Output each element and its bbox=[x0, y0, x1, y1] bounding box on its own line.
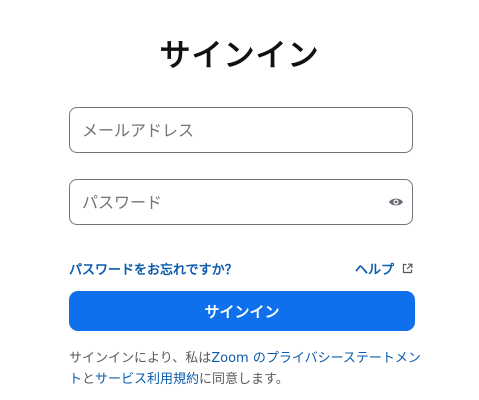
signin-page: サインイン パスワードをお忘れですか？ ヘルプ サインイン サインインにより、私… bbox=[0, 0, 479, 400]
signin-button[interactable]: サインイン bbox=[69, 291, 415, 331]
terms-suffix: に同意します。 bbox=[199, 372, 289, 387]
help-link-label: ヘルプ bbox=[354, 263, 394, 278]
page-title: サインイン bbox=[159, 38, 320, 74]
terms-prefix: サインインにより、私は bbox=[69, 351, 212, 366]
email-field-container[interactable] bbox=[69, 107, 413, 153]
password-input[interactable] bbox=[82, 180, 382, 224]
links-row: パスワードをお忘れですか？ ヘルプ bbox=[69, 259, 415, 278]
email-input[interactable] bbox=[82, 108, 382, 152]
password-field-container[interactable] bbox=[69, 179, 413, 225]
terms-joiner: と bbox=[82, 372, 96, 387]
help-link[interactable]: ヘルプ bbox=[355, 259, 413, 278]
terms-of-service-link[interactable]: サービス利用規約 bbox=[95, 372, 199, 387]
forgot-password-link[interactable]: パスワードをお忘れですか？ bbox=[69, 259, 238, 278]
eye-icon[interactable] bbox=[388, 195, 404, 209]
external-link-icon bbox=[402, 263, 413, 274]
terms-notice: サインインにより、私はZoom のプライバシーステートメントとサービス利用規約に… bbox=[69, 348, 421, 390]
